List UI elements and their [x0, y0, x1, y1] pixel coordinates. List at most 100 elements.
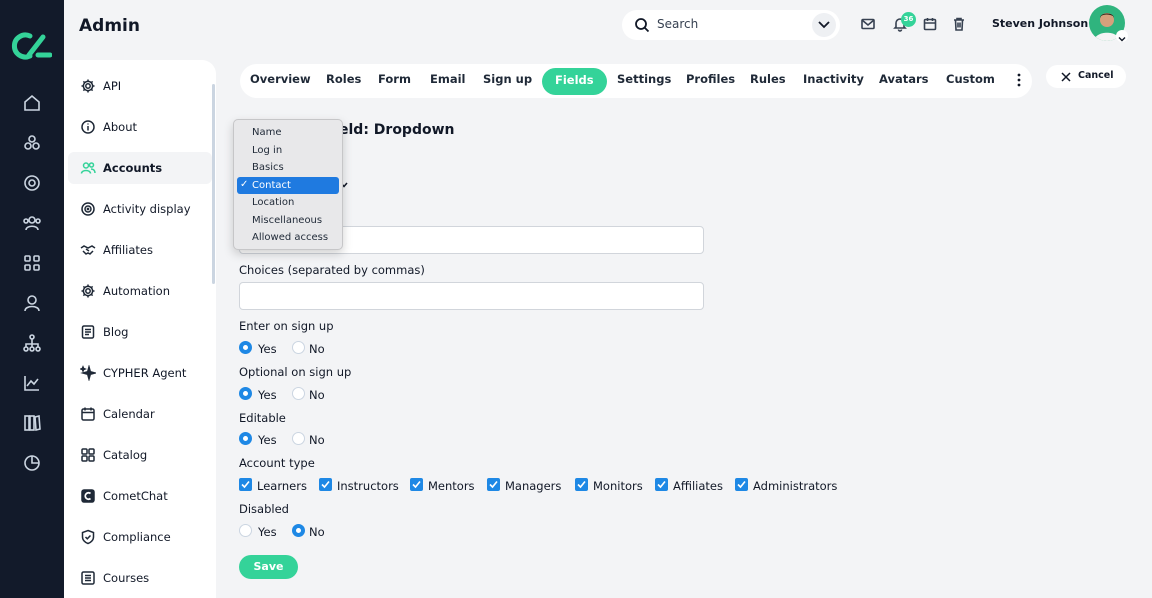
hierarchy-icon[interactable] [22, 333, 42, 353]
info-icon [80, 119, 96, 135]
sidebar-item-accounts[interactable]: Accounts [68, 152, 212, 184]
tab-form[interactable]: Form [378, 72, 411, 86]
search-bar[interactable]: Search [622, 10, 840, 40]
sidebar-item-calendar[interactable]: Calendar [68, 398, 212, 430]
sidebar-item-cometchat[interactable]: CometChat [68, 480, 212, 512]
sidebar-item-compliance[interactable]: Compliance [68, 521, 212, 553]
enter-on-signup-no-radio[interactable] [292, 341, 305, 354]
chevron-down-icon [818, 21, 830, 29]
administrators-checkbox[interactable] [735, 478, 748, 491]
monitors-checkbox[interactable] [575, 478, 588, 491]
sidebar-item-activity-display[interactable]: Activity display [68, 193, 212, 225]
sidebar-item-courses[interactable]: Courses [68, 562, 212, 594]
home-icon[interactable] [22, 93, 42, 113]
account-menu-chevron[interactable] [1116, 30, 1128, 42]
handshake-icon [80, 242, 96, 258]
save-button[interactable]: Save [239, 555, 298, 579]
tab-rules[interactable]: Rules [750, 72, 786, 86]
user-name[interactable]: Steven Johnson [992, 17, 1088, 30]
apps-icon[interactable] [22, 253, 42, 273]
tab-avatars[interactable]: Avatars [879, 72, 929, 86]
sidebar-item-automation[interactable]: Automation [68, 275, 212, 307]
dropdown-option-name[interactable]: Name [237, 124, 339, 141]
search-dropdown-button[interactable] [812, 13, 836, 37]
optional-on-signup-label: Optional on sign up [239, 365, 352, 379]
user-icon[interactable] [22, 293, 42, 313]
sidebar-item-cypher-agent[interactable]: CYPHER Agent [68, 357, 212, 389]
editable-label: Editable [239, 411, 286, 425]
learners-checkbox[interactable] [239, 478, 252, 491]
managers-checkbox[interactable] [487, 478, 500, 491]
chart-icon[interactable] [22, 373, 42, 393]
pie-chart-icon[interactable] [22, 453, 42, 473]
choices-input[interactable] [239, 282, 704, 310]
editable-no-radio[interactable] [292, 432, 305, 445]
tab-settings[interactable]: Settings [617, 72, 671, 86]
tab-overview[interactable]: Overview [250, 72, 311, 86]
users-icon [80, 160, 96, 176]
sidebar-scrollbar[interactable] [212, 84, 215, 284]
gear-icon [80, 283, 96, 299]
people-icon[interactable] [22, 213, 42, 233]
dropdown-option-contact[interactable]: ✓ Contact [237, 176, 339, 194]
dropdown-option-location[interactable]: Location [237, 194, 339, 211]
dropdown-option-allowed-access[interactable]: Allowed access [237, 229, 339, 246]
sidebar-item-blog[interactable]: Blog [68, 316, 212, 348]
tab-fields[interactable]: Fields [542, 68, 607, 95]
enter-on-signup-label: Enter on sign up [239, 319, 334, 333]
cubes-icon[interactable] [22, 133, 42, 153]
account-type-label: Account type [239, 456, 315, 470]
section-dropdown-menu: Name Log in Basics ✓ Contact Location Mis… [233, 119, 343, 250]
sidebar-item-affiliates[interactable]: Affiliates [68, 234, 212, 266]
list-icon [80, 570, 96, 586]
settings-sidebar: API About Accounts Activity display Affi… [64, 60, 216, 598]
calendar-icon[interactable] [922, 16, 938, 32]
dropdown-option-miscellaneous[interactable]: Miscellaneous [237, 212, 339, 229]
search-input[interactable]: Search [657, 17, 698, 31]
dropdown-option-log-in[interactable]: Log in [237, 142, 339, 159]
library-icon[interactable] [22, 413, 42, 433]
icon-rail [0, 0, 64, 598]
dropdown-option-basics[interactable]: Basics [237, 159, 339, 176]
tab-sign-up[interactable]: Sign up [483, 72, 532, 86]
instructors-checkbox[interactable] [319, 478, 332, 491]
chevron-down-icon [1118, 37, 1126, 42]
document-icon [80, 324, 96, 340]
target-icon[interactable] [22, 173, 42, 193]
affiliates-checkbox[interactable] [655, 478, 668, 491]
choices-label: Choices (separated by commas) [239, 263, 425, 277]
checkmark-icon: ✓ [240, 178, 249, 190]
cometchat-icon [80, 488, 96, 504]
grid-icon [80, 447, 96, 463]
tab-email[interactable]: Email [430, 72, 465, 86]
enter-on-signup-yes-radio[interactable] [239, 341, 252, 354]
mentors-checkbox[interactable] [410, 478, 423, 491]
tab-profiles[interactable]: Profiles [686, 72, 735, 86]
editable-yes-radio[interactable] [239, 432, 252, 445]
tab-bar: Overview Roles Form Email Sign up Fields… [240, 64, 1032, 98]
disabled-no-radio[interactable] [292, 524, 305, 537]
sparkle-icon [79, 364, 98, 382]
close-icon [1061, 72, 1071, 82]
page-title: Admin [79, 16, 140, 36]
target-icon [80, 201, 96, 217]
cancel-button[interactable]: Cancel [1046, 65, 1126, 88]
disabled-label: Disabled [239, 502, 289, 516]
optional-on-signup-no-radio[interactable] [292, 387, 305, 400]
disabled-yes-radio[interactable] [239, 524, 252, 537]
optional-on-signup-yes-radio[interactable] [239, 387, 252, 400]
tab-custom[interactable]: Custom [946, 72, 995, 86]
gear-icon [80, 78, 96, 94]
tab-roles[interactable]: Roles [326, 72, 361, 86]
trash-icon[interactable] [951, 16, 967, 32]
logo-icon [11, 32, 52, 60]
mail-icon[interactable] [860, 16, 876, 32]
sidebar-item-catalog[interactable]: Catalog [68, 439, 212, 471]
tab-inactivity[interactable]: Inactivity [803, 72, 864, 86]
sidebar-item-api[interactable]: API [68, 70, 212, 102]
search-icon [635, 18, 650, 33]
more-options-icon[interactable] [1012, 72, 1026, 88]
calendar-icon [80, 406, 96, 422]
sidebar-item-about[interactable]: About [68, 111, 212, 143]
form-title: eld: Dropdown [339, 122, 455, 138]
